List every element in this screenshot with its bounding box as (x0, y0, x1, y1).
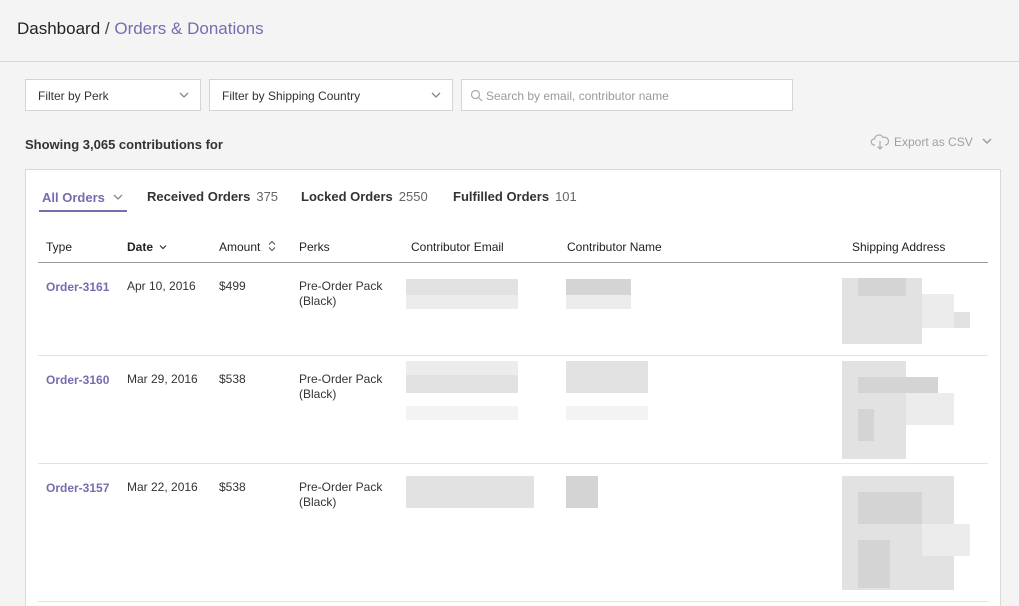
redacted-email (406, 295, 518, 309)
column-header-name: Contributor Name (567, 240, 662, 254)
redacted-address (858, 377, 938, 393)
row-divider (38, 355, 988, 356)
order-perk-line2: (Black) (299, 387, 337, 401)
column-header-type: Type (46, 240, 73, 254)
order-perk: Pre-Order Pack (Black) (299, 480, 382, 510)
row-divider (38, 601, 988, 602)
order-date: Mar 29, 2016 (127, 372, 198, 386)
filter-by-perk-label: Filter by Perk (38, 89, 109, 103)
redacted-email (406, 476, 534, 508)
search-input[interactable] (486, 86, 786, 106)
tab-label: Locked Orders (301, 189, 393, 204)
redacted-name (566, 361, 648, 393)
order-date: Apr 10, 2016 (127, 279, 196, 293)
column-header-amount-label: Amount (219, 240, 261, 254)
column-header-perks: Perks (299, 240, 330, 254)
active-tab-indicator (39, 210, 127, 212)
search-icon (470, 89, 483, 102)
filter-by-country-select[interactable]: Filter by Shipping Country (209, 79, 453, 111)
tab-label: All Orders (42, 190, 105, 205)
row-divider (38, 463, 988, 464)
tab-label: Received Orders (147, 189, 251, 204)
tab-fulfilled-orders[interactable]: Fulfilled Orders 101 (453, 189, 577, 204)
tab-all-orders[interactable]: All Orders (42, 190, 124, 205)
order-perk: Pre-Order Pack (Black) (299, 372, 382, 402)
order-perk-line2: (Black) (299, 495, 337, 509)
order-perk-line1: Pre-Order Pack (299, 279, 383, 293)
tab-received-orders[interactable]: Received Orders 375 (147, 189, 278, 204)
column-header-date[interactable]: Date (127, 240, 167, 254)
redacted-email (406, 375, 518, 393)
tab-count: 101 (555, 189, 577, 204)
sort-both-icon (268, 240, 276, 252)
redacted-name (566, 476, 598, 508)
contributions-summary: Showing 3,065 contributions for (25, 137, 223, 152)
order-perk-line2: (Black) (299, 294, 337, 308)
order-id-link[interactable]: Order-3157 (46, 481, 109, 496)
order-perk-line1: Pre-Order Pack (299, 480, 383, 494)
tab-locked-orders[interactable]: Locked Orders 2550 (301, 189, 428, 204)
redacted-address (906, 393, 954, 425)
redacted-address (922, 294, 954, 328)
breadcrumb: Dashboard / Orders & Donations (17, 19, 264, 39)
redacted-email (406, 361, 518, 375)
breadcrumb-separator: / (100, 19, 115, 38)
redacted-address (858, 492, 922, 524)
column-header-shipping: Shipping Address (852, 240, 946, 254)
redacted-address (858, 540, 890, 588)
chevron-down-icon (431, 92, 441, 98)
breadcrumb-current: Orders & Donations (114, 19, 264, 38)
redacted-email (406, 406, 518, 420)
tab-count: 375 (256, 189, 279, 204)
redacted-name (566, 295, 631, 309)
filter-by-country-label: Filter by Shipping Country (222, 89, 361, 103)
order-date: Mar 22, 2016 (127, 480, 198, 494)
redacted-name (566, 406, 648, 420)
filter-by-perk-select[interactable]: Filter by Perk (25, 79, 201, 111)
order-amount: $538 (219, 480, 246, 494)
redacted-address (954, 312, 970, 328)
tab-label: Fulfilled Orders (453, 189, 550, 204)
redacted-address (858, 278, 906, 296)
order-perk-line1: Pre-Order Pack (299, 372, 383, 386)
redacted-address (842, 361, 906, 459)
column-header-amount[interactable]: Amount (219, 240, 276, 254)
search-box (461, 79, 793, 111)
redacted-address (858, 409, 874, 441)
order-amount: $538 (219, 372, 246, 386)
order-id-link[interactable]: Order-3160 (46, 373, 109, 388)
tab-count: 2550 (398, 189, 428, 204)
breadcrumb-dashboard-link[interactable]: Dashboard (17, 19, 100, 38)
redacted-name (566, 279, 631, 295)
order-id-link[interactable]: Order-3161 (46, 280, 109, 295)
column-header-email: Contributor Email (411, 240, 504, 254)
redacted-address (922, 524, 970, 556)
cloud-download-icon (870, 134, 890, 150)
table-header-divider (38, 262, 988, 263)
export-csv-label: Export as CSV (894, 135, 973, 149)
order-amount: $499 (219, 279, 246, 293)
chevron-down-icon (114, 194, 123, 200)
order-perk: Pre-Order Pack (Black) (299, 279, 382, 309)
export-options-chevron-icon[interactable] (981, 135, 993, 147)
sort-desc-icon (159, 245, 167, 250)
column-header-date-label: Date (127, 240, 154, 254)
chevron-down-icon (179, 92, 189, 98)
redacted-email (406, 279, 518, 295)
page-header: Dashboard / Orders & Donations (0, 0, 1019, 62)
